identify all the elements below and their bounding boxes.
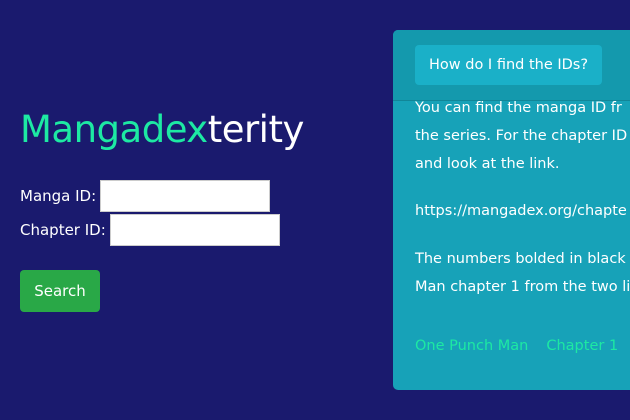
manga-id-input[interactable]: [100, 180, 271, 212]
help-example-links: One Punch Man Chapter 1: [415, 338, 630, 354]
link-one-punch-man[interactable]: One Punch Man: [415, 338, 528, 354]
chapter-id-label: Chapter ID:: [20, 221, 106, 239]
brand-rest: terity: [207, 108, 305, 151]
help-text-line: and look at the link.: [415, 156, 560, 172]
help-text-line: the series. For the chapter ID: [415, 128, 628, 144]
brand-title: Mangadexterity: [20, 106, 304, 154]
link-chapter-1[interactable]: Chapter 1: [546, 338, 618, 354]
manga-id-row: Manga ID:: [20, 180, 271, 212]
page: Mangadexterity Manga ID: Chapter ID: Sea…: [0, 0, 630, 420]
help-card-body: You can find the manga ID fr the series.…: [415, 94, 630, 301]
help-text-line: The numbers bolded in black: [415, 251, 626, 267]
brand-accent: Mangadex: [20, 108, 208, 151]
help-text-line: Man chapter 1 from the two li: [415, 279, 630, 295]
search-button[interactable]: Search: [20, 270, 100, 312]
chapter-id-row: Chapter ID:: [20, 214, 280, 246]
help-card-header: How do I find the IDs?: [393, 30, 630, 101]
chapter-id-input[interactable]: [109, 214, 280, 246]
help-text-line: You can find the manga ID fr: [415, 100, 622, 116]
help-url-example: https://mangadex.org/chapte: [415, 203, 627, 219]
tab-find-ids[interactable]: How do I find the IDs?: [415, 45, 603, 85]
manga-id-label: Manga ID:: [20, 187, 97, 205]
